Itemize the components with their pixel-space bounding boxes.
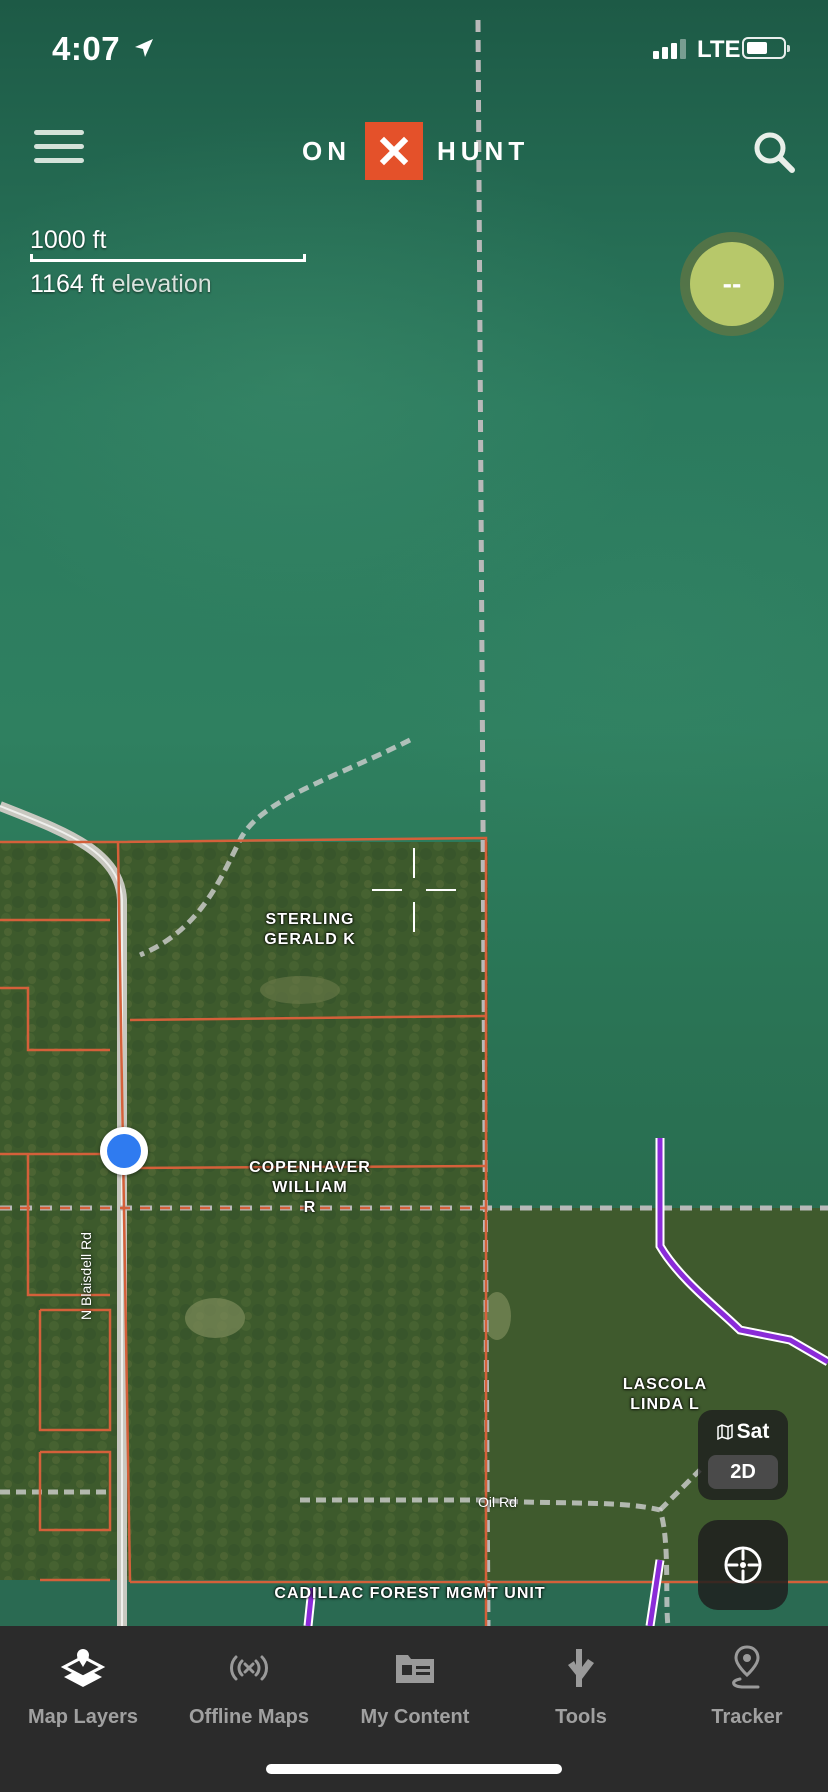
- map-center-crosshair: [372, 848, 456, 932]
- tools-icon: [568, 1649, 594, 1687]
- basemap-label: Sat: [698, 1420, 788, 1444]
- offline-signal-icon: [230, 1655, 268, 1681]
- layers-icon: [60, 1649, 106, 1687]
- location-arrow-icon: [135, 39, 153, 57]
- scale-bar: [30, 254, 306, 262]
- search-button[interactable]: [752, 130, 796, 174]
- network-type: LTE: [697, 36, 741, 63]
- tab-tracker[interactable]: Tracker: [664, 1640, 828, 1729]
- hamburger-icon: [34, 130, 84, 135]
- status-bar: 4:07 LTE: [0, 0, 828, 100]
- parcel-label-lascola[interactable]: LASCOLA LINDA L: [600, 1375, 730, 1415]
- logo-text-left: ON: [302, 135, 351, 166]
- user-location-dot: [100, 1127, 148, 1175]
- view-mode-toggle[interactable]: 2D: [708, 1455, 778, 1489]
- tab-map-layers[interactable]: Map Layers: [0, 1640, 166, 1729]
- search-icon: [754, 132, 795, 173]
- cellular-signal-icon: [653, 37, 686, 59]
- tab-label-map-layers: Map Layers: [27, 1706, 139, 1728]
- tab-my-content[interactable]: My Content: [332, 1640, 498, 1729]
- map-icon: [716, 1423, 733, 1441]
- logo-x-mark: [365, 122, 423, 180]
- menu-button[interactable]: [34, 130, 84, 170]
- tab-label-tracker: Tracker: [711, 1706, 783, 1728]
- tracker-icon: [732, 1645, 760, 1689]
- elevation-readout: 1164 ft elevation: [30, 270, 212, 299]
- compass-value: --: [690, 242, 774, 326]
- home-indicator[interactable]: [266, 1764, 562, 1774]
- map-scale: 1000 ft: [30, 226, 306, 262]
- road-label-blaisdell: N Blaisdell Rd: [78, 1232, 94, 1320]
- scale-label: 1000 ft: [30, 226, 107, 254]
- road-label-oil: Oil Rd: [478, 1494, 517, 1510]
- tab-label-offline-maps: Offline Maps: [188, 1706, 309, 1728]
- status-time: 4:07: [52, 30, 121, 67]
- parcel-label-sterling[interactable]: STERLING GERALD K: [250, 910, 370, 950]
- onx-hunt-logo: ON HUNT: [302, 121, 529, 181]
- elevation-suffix: elevation: [111, 270, 212, 298]
- tab-tools[interactable]: Tools: [498, 1640, 664, 1729]
- logo-text-right: HUNT: [437, 135, 530, 166]
- gps-crosshair-icon: [724, 1546, 762, 1584]
- tab-offline-maps[interactable]: Offline Maps: [166, 1640, 332, 1729]
- locate-me-button[interactable]: [698, 1520, 788, 1610]
- compass-button[interactable]: --: [680, 232, 784, 336]
- basemap-toggle[interactable]: Sat 2D: [698, 1410, 788, 1500]
- battery-icon: [742, 37, 790, 59]
- tab-label-my-content: My Content: [360, 1706, 470, 1728]
- parcel-label-copenhaver[interactable]: COPENHAVER WILLIAM R: [230, 1158, 390, 1218]
- folder-icon: [396, 1655, 434, 1683]
- parcel-label-cadillac[interactable]: CADILLAC FOREST MGMT UNIT: [230, 1584, 590, 1604]
- elevation-value: 1164 ft: [30, 270, 105, 298]
- tab-label-tools: Tools: [555, 1706, 607, 1728]
